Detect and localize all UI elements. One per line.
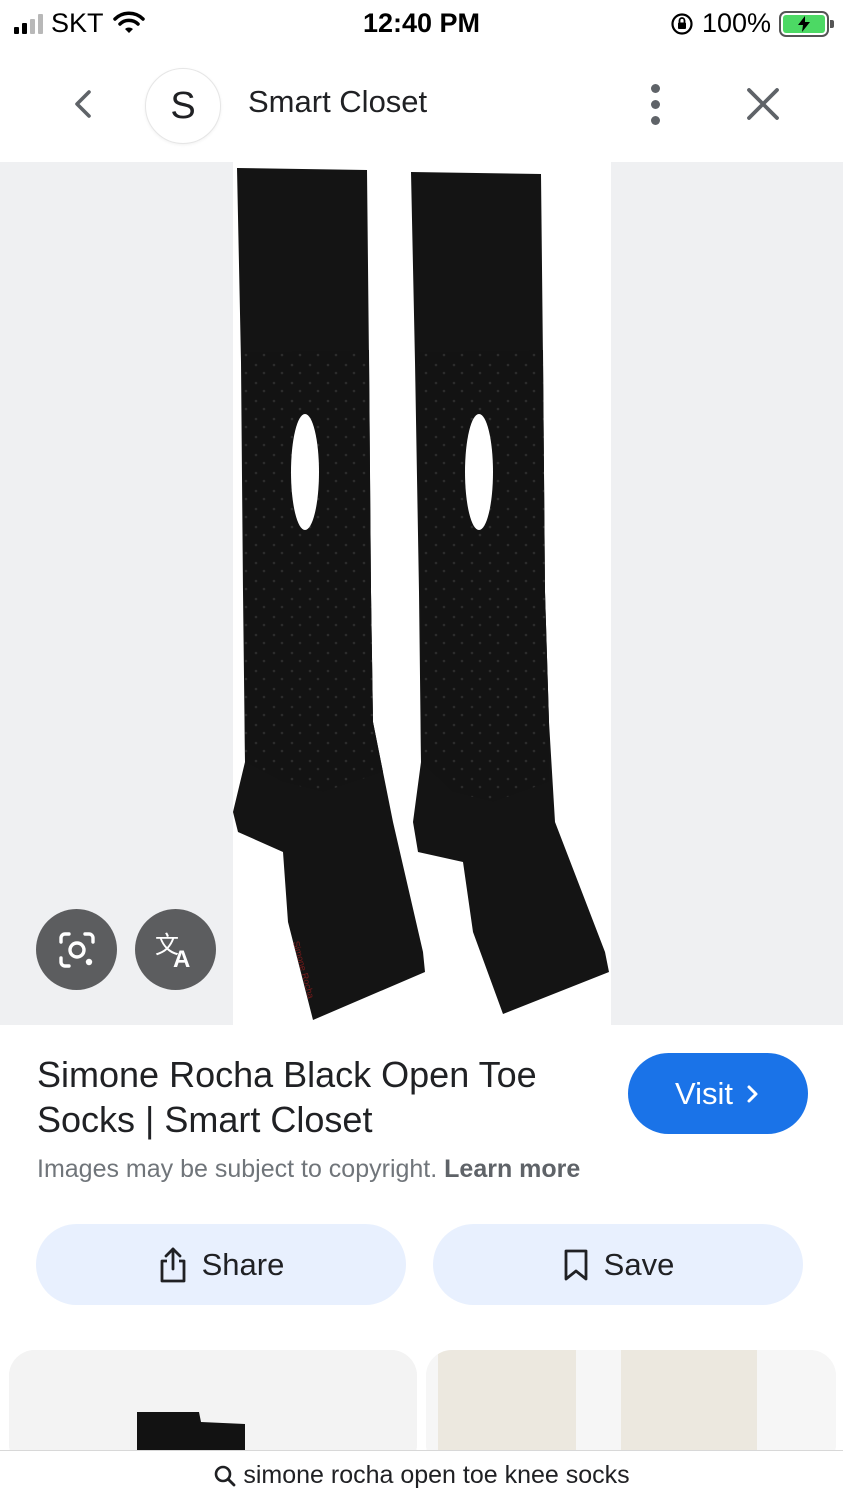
battery-percent: 100%: [701, 8, 771, 38]
related-card[interactable]: [426, 1350, 836, 1450]
visit-button[interactable]: Visit: [628, 1053, 808, 1134]
product-image[interactable]: Simone Rocha: [233, 162, 611, 1025]
more-vert-icon: [650, 83, 660, 93]
search-query-text: simone rocha open toe knee socks: [243, 1461, 630, 1489]
search-icon: [215, 1465, 236, 1486]
related-thumbnail: [426, 1350, 836, 1450]
orientation-lock-icon: [671, 12, 693, 35]
result-title[interactable]: Simone Rocha Black Open Toe Socks | Smar…: [37, 1052, 597, 1142]
image-viewer[interactable]: Simone Rocha 文 A: [0, 162, 843, 1025]
header: S Smart Closet: [0, 60, 843, 150]
sock-pair-illustration: Simone Rocha: [233, 168, 609, 1020]
site-avatar[interactable]: S: [145, 68, 221, 144]
back-button[interactable]: [60, 78, 104, 130]
copyright-notice: Images may be subject to copyright. Lear…: [37, 1155, 580, 1184]
save-label: Save: [603, 1246, 675, 1282]
save-button[interactable]: Save: [433, 1224, 803, 1305]
search-query-bar[interactable]: simone rocha open toe knee socks: [0, 1450, 843, 1500]
chevron-right-icon: [747, 1085, 758, 1102]
translate-button[interactable]: 文 A: [135, 909, 216, 990]
related-thumbnail: [9, 1350, 417, 1450]
lens-search-button[interactable]: [36, 909, 117, 990]
chevron-left-icon: [75, 90, 91, 118]
svg-text:A: A: [173, 946, 190, 973]
learn-more-link[interactable]: Learn more: [444, 1155, 580, 1183]
status-bar: SKT 12:40 PM 100%: [0, 0, 843, 50]
close-icon: [747, 88, 779, 120]
visit-label: Visit: [674, 1075, 733, 1111]
related-results: [0, 1350, 843, 1450]
status-right: 100%: [670, 8, 834, 39]
related-card[interactable]: [9, 1350, 417, 1450]
lens-icon: [58, 931, 95, 968]
share-label: Share: [201, 1246, 285, 1282]
share-icon: [160, 1247, 186, 1282]
battery-icon: [779, 10, 834, 37]
share-button[interactable]: Share: [36, 1224, 406, 1305]
translate-icon: 文 A: [155, 931, 190, 973]
site-name[interactable]: Smart Closet: [248, 84, 427, 120]
more-options-button[interactable]: [634, 78, 676, 130]
bookmark-icon: [564, 1249, 588, 1280]
copyright-text: Images may be subject to copyright.: [37, 1155, 438, 1183]
close-button[interactable]: [738, 78, 788, 130]
